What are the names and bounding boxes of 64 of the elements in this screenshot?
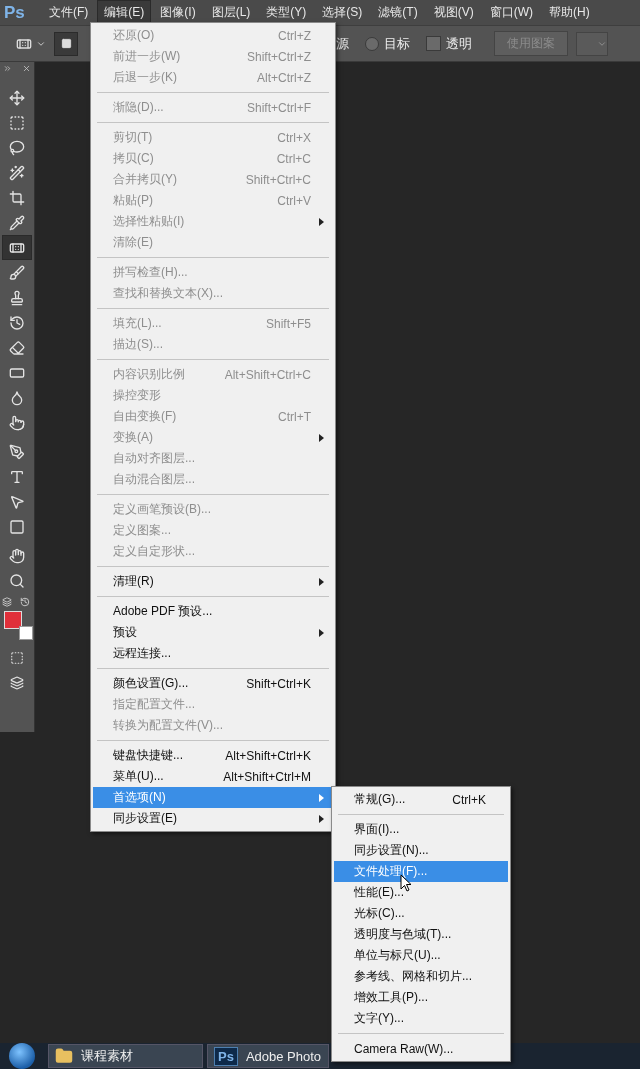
menu-bar-item[interactable]: 文件(F) (42, 0, 96, 25)
tool-button[interactable] (2, 235, 32, 260)
crop-icon (9, 189, 25, 206)
move-icon (9, 89, 25, 106)
menu-item[interactable]: Camera Raw(W)... (334, 1038, 508, 1059)
menu-bar-item[interactable]: 图层(L) (204, 0, 258, 25)
app-logo: Ps (214, 1046, 238, 1066)
pen-icon (9, 443, 25, 460)
menu-item[interactable]: 颜色设置(G)... Shift+Ctrl+K (93, 673, 333, 694)
close-icon[interactable] (22, 64, 31, 73)
menu-item[interactable]: 增效工具(P)... (334, 987, 508, 1008)
lasso-icon (9, 139, 25, 156)
menu-item[interactable]: 常规(G)... Ctrl+K (334, 789, 508, 810)
menu-item[interactable]: 预设 (93, 622, 333, 643)
menu-bar-item[interactable]: 图像(I) (153, 0, 203, 25)
menu-item[interactable]: 光标(C)... (334, 903, 508, 924)
selection-mode-button[interactable] (54, 31, 78, 56)
transparent-checkbox[interactable]: 透明 (426, 34, 472, 53)
pointer-icon (9, 414, 25, 431)
eyedropper-icon (9, 214, 25, 231)
menu-item[interactable]: 性能(E)... (334, 882, 508, 903)
start-orb-icon[interactable] (9, 1043, 35, 1069)
brush-icon (9, 264, 25, 281)
history-icon (9, 314, 25, 331)
hand-icon (9, 547, 25, 564)
dashed-square-icon (10, 650, 24, 665)
layers-icon (10, 675, 24, 690)
menu-item[interactable]: 键盘快捷键... Alt+Shift+Ctrl+K (93, 745, 333, 766)
menu-item[interactable]: 单位与标尺(U)... (334, 945, 508, 966)
menu-item[interactable]: 远程连接... (93, 643, 333, 664)
foreground-color-swatch[interactable] (4, 611, 22, 629)
type-icon (9, 468, 25, 485)
menu-bar-item[interactable]: 窗口(W) (482, 0, 540, 25)
menu-bar-item[interactable]: 滤镜(T) (371, 0, 425, 25)
menu-item[interactable]: 文字(Y)... (334, 1008, 508, 1029)
menu-item[interactable]: 参考线、网格和切片... (334, 966, 508, 987)
menu-item[interactable]: 透明度与色域(T)... (334, 924, 508, 945)
menu-item[interactable]: 同步设置(E) (93, 808, 333, 829)
menu-item[interactable]: 菜单(U)... Alt+Shift+Ctrl+M (93, 766, 333, 787)
menu-item[interactable]: Adobe PDF 预设... (93, 601, 333, 622)
taskbar-item[interactable]: 课程素材 (48, 1044, 203, 1068)
square-icon (9, 518, 25, 535)
menu-bar-item[interactable]: 视图(V) (426, 0, 481, 25)
menu-item[interactable]: 同步设置(N)... (334, 840, 508, 861)
menu-bar-item[interactable]: 帮助(H) (542, 0, 597, 25)
menu-bar-item[interactable]: 类型(Y) (259, 0, 314, 25)
expand-icon[interactable] (3, 64, 12, 73)
background-color-swatch[interactable] (19, 626, 33, 640)
search-icon (9, 572, 25, 589)
menu-item[interactable]: 清理(R) (93, 571, 333, 592)
arrow-cursor-icon (9, 493, 25, 510)
source-label: 源 (336, 34, 349, 53)
dashed-square-icon (9, 114, 25, 131)
folder-icon (55, 1047, 73, 1065)
taskbar-item[interactable]: Ps Adobe Photo (207, 1044, 329, 1068)
droplet-icon (9, 389, 25, 406)
menu-item[interactable]: 界面(I)... (334, 819, 508, 840)
square-icon (60, 38, 72, 49)
wand-icon (9, 164, 25, 181)
eraser-icon (9, 339, 25, 356)
app-logo: Ps (4, 2, 26, 23)
stamp-icon (9, 289, 25, 306)
target-radio[interactable]: 目标 (365, 34, 410, 53)
menu-bar-item[interactable]: 选择(S) (315, 0, 370, 25)
